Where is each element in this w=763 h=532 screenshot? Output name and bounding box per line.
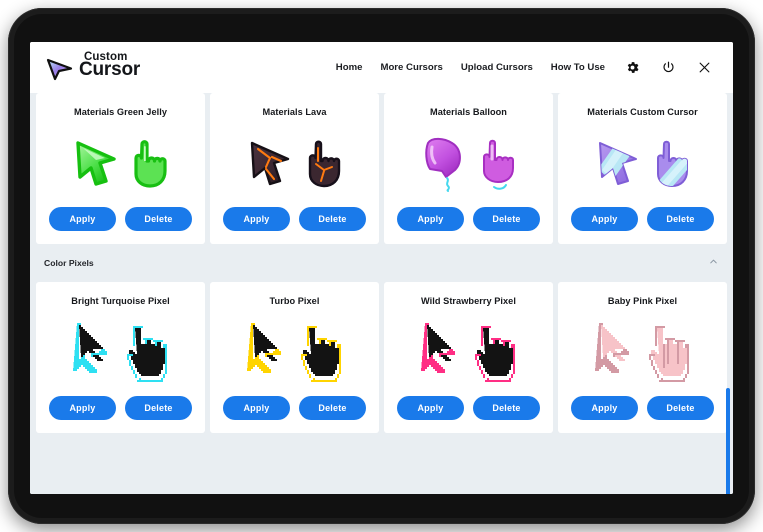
cursor-grid-color-pixels: Bright Turquoise Pixel Apply Delete Turb…: [30, 282, 733, 433]
arrow-cursor-icon: [598, 142, 637, 185]
gear-icon[interactable]: [623, 59, 641, 77]
apply-button[interactable]: Apply: [49, 207, 116, 231]
arrow-cursor-icon: [72, 323, 107, 373]
section-header-color-pixels[interactable]: Color Pixels: [36, 249, 727, 277]
close-icon[interactable]: [695, 59, 713, 77]
nav-link-upload-cursors[interactable]: Upload Cursors: [461, 62, 533, 73]
cursor-preview: [594, 310, 689, 396]
delete-button[interactable]: Delete: [299, 396, 366, 420]
hand-cursor-icon: [126, 326, 167, 382]
cursor-card[interactable]: Bright Turquoise Pixel Apply Delete: [36, 282, 205, 433]
power-icon[interactable]: [659, 59, 677, 77]
apply-button[interactable]: Apply: [397, 396, 464, 420]
delete-button[interactable]: Delete: [647, 396, 714, 420]
card-actions: Apply Delete: [223, 396, 366, 420]
cursor-card-title: Materials Balloon: [430, 107, 507, 117]
cursor-preview: [74, 121, 168, 207]
cursor-card[interactable]: Turbo Pixel Apply Delete: [210, 282, 379, 433]
cursor-preview: [246, 310, 341, 396]
nav-link-how-to-use[interactable]: How To Use: [551, 62, 605, 73]
hand-cursor-icon: [300, 326, 341, 382]
card-actions: Apply Delete: [49, 207, 192, 231]
delete-button[interactable]: Delete: [125, 207, 192, 231]
cursor-logo-icon: [46, 58, 76, 85]
apply-button[interactable]: Apply: [571, 207, 638, 231]
apply-button[interactable]: Apply: [397, 207, 464, 231]
app-logo[interactable]: Custom Cursor: [46, 51, 140, 85]
section-title: Color Pixels: [44, 258, 94, 268]
delete-button[interactable]: Delete: [125, 396, 192, 420]
cursor-card[interactable]: Materials Custom Cursor Apply Delete: [558, 93, 727, 244]
cursor-card-title: Wild Strawberry Pixel: [421, 296, 516, 306]
delete-button[interactable]: Delete: [473, 396, 540, 420]
arrow-cursor-icon: [250, 141, 289, 186]
card-actions: Apply Delete: [571, 207, 714, 231]
hand-cursor-icon: [656, 140, 688, 187]
cursor-card-title: Baby Pink Pixel: [607, 296, 678, 306]
delete-button[interactable]: Delete: [299, 207, 366, 231]
hand-cursor-icon: [474, 326, 515, 382]
arrow-cursor-icon: [594, 323, 629, 373]
card-actions: Apply Delete: [223, 207, 366, 231]
arrow-cursor-icon: [75, 141, 116, 186]
cursor-card-title: Materials Green Jelly: [74, 107, 167, 117]
cursor-preview: [422, 121, 516, 207]
delete-button[interactable]: Delete: [647, 207, 714, 231]
cursor-preview: [72, 310, 167, 396]
vertical-scrollbar[interactable]: [726, 388, 730, 494]
hand-cursor-icon: [308, 140, 340, 188]
hand-cursor-icon: [133, 140, 167, 188]
hand-cursor-icon: [648, 326, 689, 382]
apply-button[interactable]: Apply: [223, 207, 290, 231]
cursor-preview: [248, 121, 342, 207]
nav-link-more-cursors[interactable]: More Cursors: [380, 62, 442, 73]
apply-button[interactable]: Apply: [223, 396, 290, 420]
logo-bottom-text: Cursor: [79, 59, 141, 80]
apply-button[interactable]: Apply: [49, 396, 116, 420]
app-screen: Custom Cursor Home More Cursors Upload C…: [30, 42, 733, 494]
nav-link-home[interactable]: Home: [336, 62, 363, 73]
cursor-card-title: Materials Custom Cursor: [587, 107, 698, 117]
card-actions: Apply Delete: [397, 396, 540, 420]
cursor-preview: [420, 310, 515, 396]
hand-cursor-icon: [482, 139, 514, 190]
cursor-card-title: Materials Lava: [262, 107, 327, 117]
card-actions: Apply Delete: [397, 207, 540, 231]
arrow-cursor-icon: [246, 323, 281, 373]
chevron-up-icon[interactable]: [708, 254, 719, 272]
cursor-card[interactable]: Wild Strawberry Pixel Apply Delete: [384, 282, 553, 433]
apply-button[interactable]: Apply: [571, 396, 638, 420]
cursor-preview: [596, 121, 690, 207]
device-frame: Custom Cursor Home More Cursors Upload C…: [8, 8, 755, 524]
arrow-cursor-icon: [424, 137, 461, 192]
cursor-catalog: Materials Green Jelly Apply Delete Mater…: [30, 93, 733, 494]
cursor-card-title: Bright Turquoise Pixel: [71, 296, 170, 306]
main-nav: Home More Cursors Upload Cursors How To …: [336, 59, 713, 77]
cursor-grid-materials: Materials Green Jelly Apply Delete Mater…: [30, 93, 733, 244]
card-actions: Apply Delete: [49, 396, 192, 420]
cursor-card[interactable]: Baby Pink Pixel Apply Delete: [558, 282, 727, 433]
cursor-card-title: Turbo Pixel: [269, 296, 320, 306]
card-actions: Apply Delete: [571, 396, 714, 420]
delete-button[interactable]: Delete: [473, 207, 540, 231]
cursor-card[interactable]: Materials Balloon Apply Delete: [384, 93, 553, 244]
app-header: Custom Cursor Home More Cursors Upload C…: [30, 42, 733, 93]
cursor-card[interactable]: Materials Green Jelly Apply Delete: [36, 93, 205, 244]
arrow-cursor-icon: [420, 323, 455, 373]
cursor-card[interactable]: Materials Lava Apply Delete: [210, 93, 379, 244]
